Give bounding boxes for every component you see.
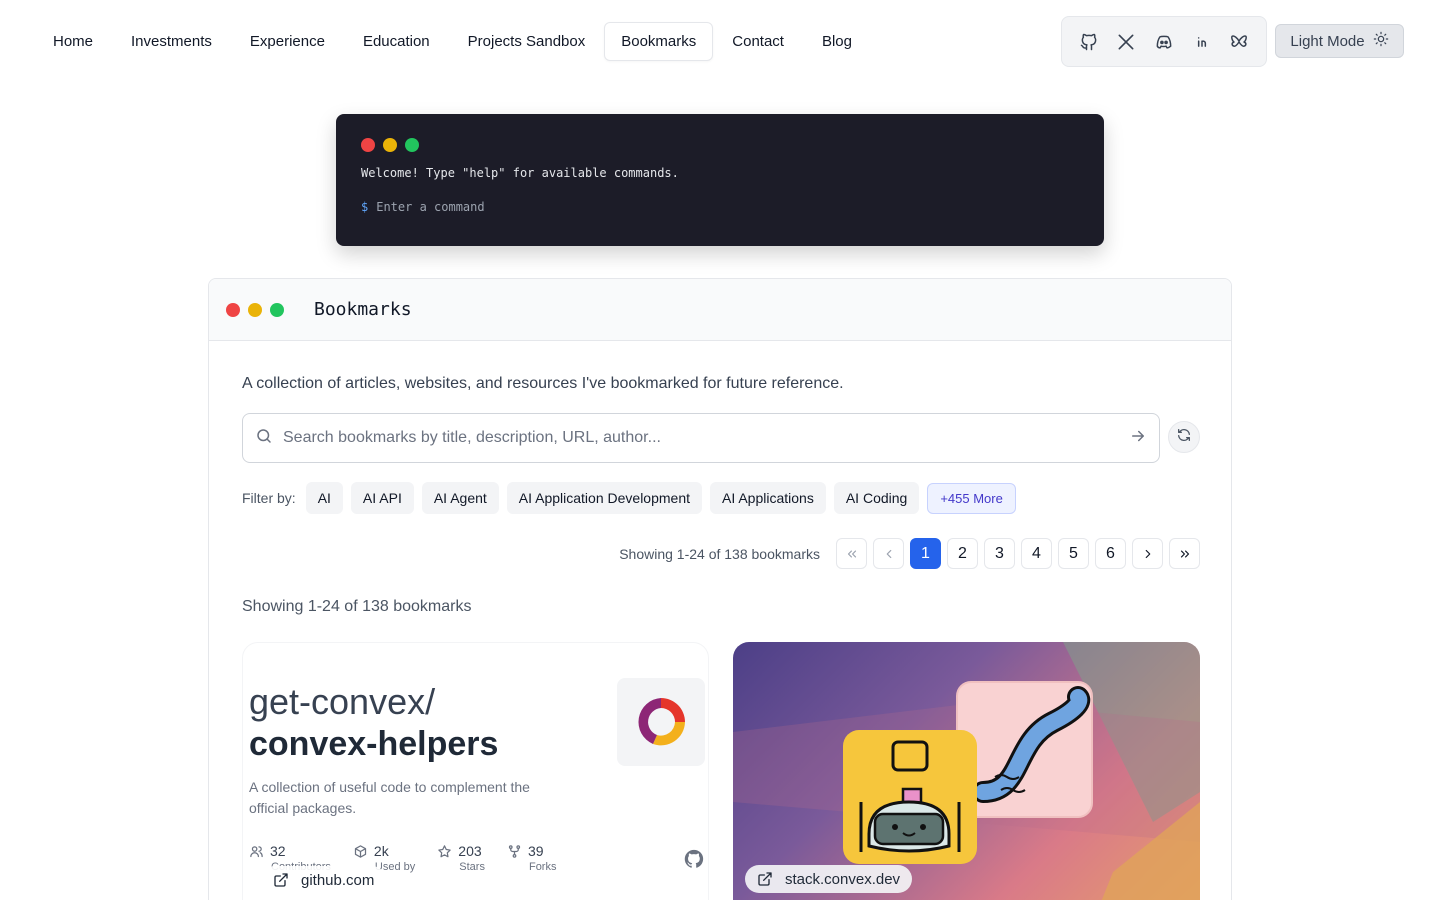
chevrons-right-icon	[1180, 550, 1189, 557]
filter-label: Filter by:	[242, 490, 296, 506]
stat-value: 32	[270, 843, 286, 859]
linkedin-icon[interactable]	[1191, 31, 1213, 53]
nav-item-blog[interactable]: Blog	[803, 23, 871, 60]
github-icon	[683, 848, 705, 875]
panel-description: A collection of articles, websites, and …	[242, 375, 844, 392]
external-link-icon	[758, 872, 772, 886]
prev-page-button[interactable]	[873, 538, 904, 569]
convex-logo	[617, 678, 705, 766]
terminal-welcome-text: Welcome! Type "help" for available comma…	[361, 166, 679, 180]
next-page-button[interactable]	[1132, 538, 1163, 569]
theme-toggle-button[interactable]: Light Mode	[1275, 24, 1404, 58]
github-icon[interactable]	[1078, 31, 1100, 53]
chevrons-left-icon	[847, 550, 856, 557]
results-count: Showing 1-24 of 138 bookmarks	[242, 598, 472, 615]
page-button[interactable]: 4	[1021, 538, 1052, 569]
panel-title: Bookmarks	[314, 299, 412, 320]
minimize-dot	[248, 302, 262, 317]
maximize-dot	[405, 138, 419, 152]
arrow-right-icon[interactable]	[1129, 427, 1147, 450]
theme-toggle-label: Light Mode	[1290, 32, 1365, 50]
star-icon	[438, 844, 452, 857]
nav-item-investments[interactable]: Investments	[112, 23, 231, 60]
bookmark-url-pill[interactable]: github.com	[261, 866, 387, 894]
panel-window-controls	[226, 302, 284, 317]
close-dot	[361, 138, 375, 152]
maximize-dot	[270, 302, 284, 317]
page-button[interactable]: 1	[910, 538, 941, 569]
nav-item-home[interactable]: Home	[34, 23, 112, 60]
card-illustration	[733, 642, 1200, 900]
external-link-icon	[274, 873, 288, 887]
refresh-icon	[1176, 427, 1192, 448]
fork-icon	[508, 844, 521, 858]
page-button[interactable]: 2	[947, 538, 978, 569]
last-page-button[interactable]	[1169, 538, 1200, 569]
bookmark-domain: github.com	[301, 871, 375, 889]
stat-value: 39	[527, 843, 544, 859]
bookmark-domain: stack.convex.dev	[785, 870, 901, 888]
filter-bar: Filter by: AI AI API AI Agent AI Applica…	[242, 482, 1016, 514]
pagination-summary: Showing 1-24 of 138 bookmarks	[619, 545, 820, 562]
filter-chip[interactable]: AI Application Development	[506, 482, 702, 514]
stat-label: Forks	[528, 861, 557, 873]
x-icon[interactable]	[1115, 31, 1137, 53]
first-page-button[interactable]	[836, 538, 867, 569]
panel-header: Bookmarks	[209, 279, 1231, 341]
terminal-widget: Welcome! Type "help" for available comma…	[336, 114, 1104, 246]
stat-forks: 39 Forks	[507, 843, 557, 873]
page-button[interactable]: 3	[984, 538, 1015, 569]
filter-chip[interactable]: AI Coding	[833, 482, 920, 514]
close-dot	[226, 302, 240, 317]
window-controls	[361, 138, 1079, 152]
social-links	[1061, 16, 1267, 67]
package-icon	[354, 844, 367, 858]
search-input[interactable]	[283, 429, 1129, 447]
nav-item-experience[interactable]: Experience	[231, 23, 344, 60]
search-icon	[255, 427, 273, 450]
main-nav: Home Investments Experience Education Pr…	[34, 22, 871, 61]
bookmark-card[interactable]: get-convex/ convex-helpers A collection …	[242, 642, 709, 900]
nav-item-contact[interactable]: Contact	[713, 23, 803, 60]
minimize-dot	[383, 138, 397, 152]
terminal-command-input[interactable]	[376, 200, 977, 214]
bookmarks-panel: Bookmarks A collection of articles, webs…	[208, 278, 1232, 900]
bookmark-card[interactable]: stack.convex.dev	[733, 642, 1200, 900]
stat-stars: 203 Stars	[437, 843, 485, 873]
repo-name: convex-helpers	[249, 725, 499, 763]
stat-label: Stars	[459, 861, 485, 873]
filter-chip[interactable]: AI Applications	[710, 482, 826, 514]
repo-description: A collection of useful code to complemen…	[249, 779, 530, 816]
stat-value: 203	[458, 843, 482, 859]
page-button[interactable]: 6	[1095, 538, 1126, 569]
refresh-button[interactable]	[1168, 421, 1200, 453]
terminal-prompt: $	[361, 200, 1079, 214]
page-button[interactable]: 5	[1058, 538, 1089, 569]
more-filters-button[interactable]: +455 More	[927, 482, 1016, 514]
stat-value: 2k	[373, 843, 389, 859]
pagination: Showing 1-24 of 138 bookmarks 1 2 3 4 5 …	[242, 538, 1200, 569]
search-bar	[242, 413, 1160, 463]
chevron-left-icon	[886, 549, 891, 558]
bluesky-icon[interactable]	[1228, 31, 1250, 53]
prompt-symbol: $	[361, 200, 369, 214]
chevron-right-icon	[1145, 549, 1150, 558]
nav-item-bookmarks[interactable]: Bookmarks	[604, 22, 714, 61]
nav-item-projects-sandbox[interactable]: Projects Sandbox	[449, 23, 605, 60]
bookmark-url-pill[interactable]: stack.convex.dev	[745, 865, 913, 893]
sun-icon	[1373, 31, 1389, 51]
filter-chip[interactable]: AI Agent	[421, 482, 499, 514]
filter-chip[interactable]: AI	[305, 482, 343, 514]
people-icon	[250, 845, 263, 857]
nav-item-education[interactable]: Education	[344, 23, 449, 60]
discord-icon[interactable]	[1153, 31, 1175, 53]
filter-chip[interactable]: AI API	[350, 482, 414, 514]
repo-owner: get-convex/	[249, 681, 436, 722]
